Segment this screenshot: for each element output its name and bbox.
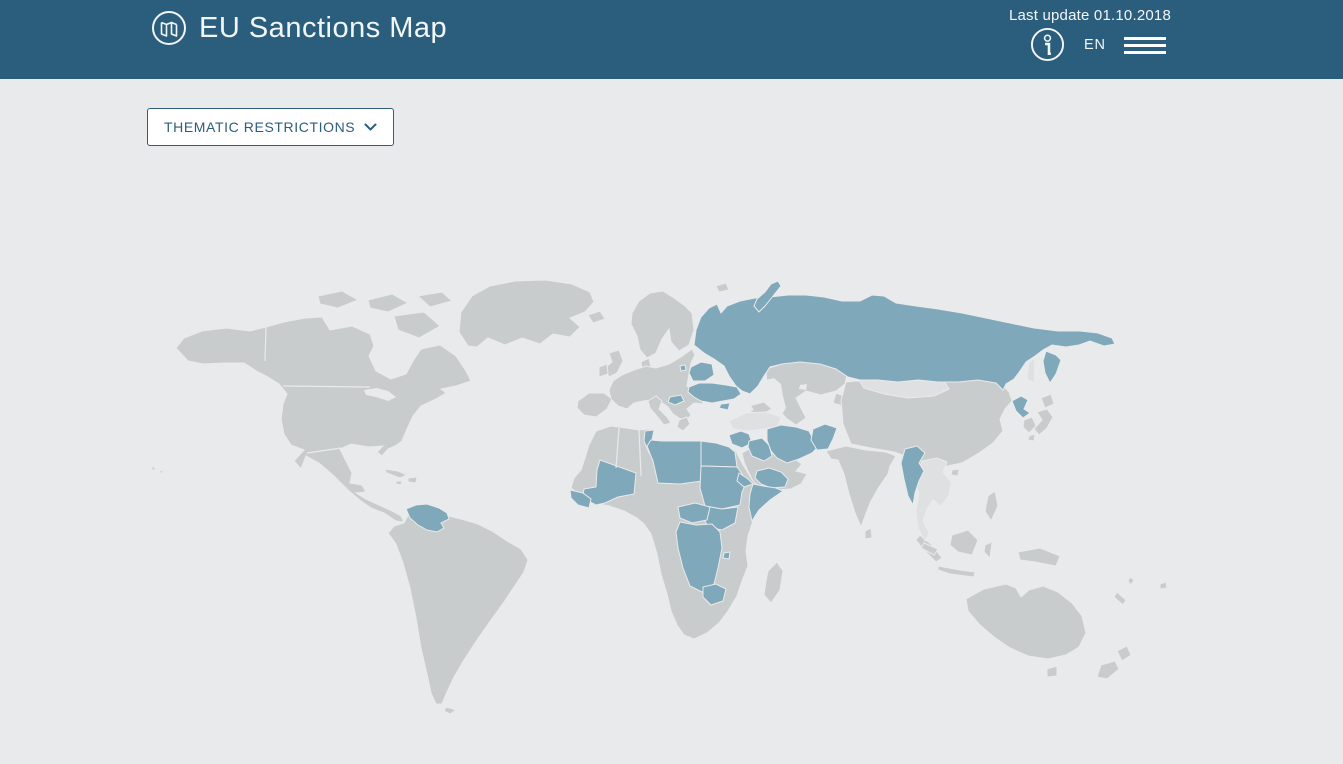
region-kamchatka[interactable] [1043, 351, 1061, 383]
brand[interactable]: EU Sanctions Map [151, 9, 447, 47]
region-north-korea[interactable] [1012, 396, 1030, 418]
region-fiji [1160, 582, 1167, 589]
region-new-zealand [1097, 661, 1119, 679]
region-scandinavia [631, 291, 694, 358]
region-cuba [384, 469, 407, 478]
region-jamaica [396, 481, 402, 485]
thematic-restrictions-button[interactable]: THEMATIC RESTRICTIONS [147, 108, 394, 146]
language-selector[interactable]: EN [1084, 37, 1106, 53]
region-kaliningrad[interactable] [680, 365, 686, 371]
info-icon[interactable] [1030, 27, 1065, 62]
region-sakhalin [1027, 358, 1035, 383]
region-egypt[interactable] [701, 441, 737, 467]
arctic-island [418, 292, 452, 307]
region-madagascar [764, 562, 783, 603]
thematic-restrictions-label: THEMATIC RESTRICTIONS [164, 119, 355, 135]
region-new-guinea [1018, 548, 1060, 566]
region-new-zealand [1117, 646, 1131, 661]
menu-icon[interactable] [1124, 37, 1166, 54]
region-baffin-island [394, 312, 440, 338]
region-japan [1034, 409, 1053, 435]
region-sri-lanka [865, 528, 872, 539]
region-vanuatu [1128, 577, 1134, 585]
region-somalia[interactable] [749, 484, 783, 521]
region-japan [1028, 434, 1035, 441]
region-greece [677, 417, 690, 431]
chevron-down-icon [364, 123, 377, 132]
page-title: EU Sanctions Map [199, 9, 447, 47]
region-japan [1041, 394, 1054, 408]
region-hawaii [159, 470, 163, 474]
header: EU Sanctions Map Last update 01.10.2018 … [0, 0, 1343, 79]
region-afghanistan[interactable] [811, 424, 837, 450]
region-svalbard [716, 283, 729, 292]
arctic-island [318, 291, 358, 308]
region-sudan[interactable] [700, 466, 747, 509]
region-borneo [950, 530, 978, 555]
region-india [826, 446, 896, 527]
region-australia [966, 584, 1086, 659]
region-north-america [176, 317, 471, 522]
region-philippines [985, 491, 998, 521]
region-south-america [388, 505, 528, 704]
region-tierra-del-fuego [444, 707, 456, 714]
region-new-caledonia [1114, 592, 1126, 605]
region-iberia [577, 393, 612, 417]
region-ireland [599, 364, 608, 377]
region-sulawesi [984, 542, 992, 558]
region-belarus[interactable] [689, 362, 714, 381]
arctic-island [368, 294, 408, 312]
region-tasmania [1047, 666, 1057, 677]
region-hainan [951, 469, 959, 476]
region-south-korea [1023, 417, 1036, 433]
region-hispaniola [408, 477, 417, 483]
last-update-label: Last update 01.10.2018 [1009, 7, 1171, 24]
region-crimea[interactable] [719, 403, 730, 410]
region-java [938, 566, 975, 577]
region-burundi[interactable] [723, 552, 730, 559]
logo-icon [151, 10, 187, 46]
region-iceland [588, 311, 605, 323]
region-greenland [459, 280, 594, 347]
region-hawaii [151, 466, 156, 471]
